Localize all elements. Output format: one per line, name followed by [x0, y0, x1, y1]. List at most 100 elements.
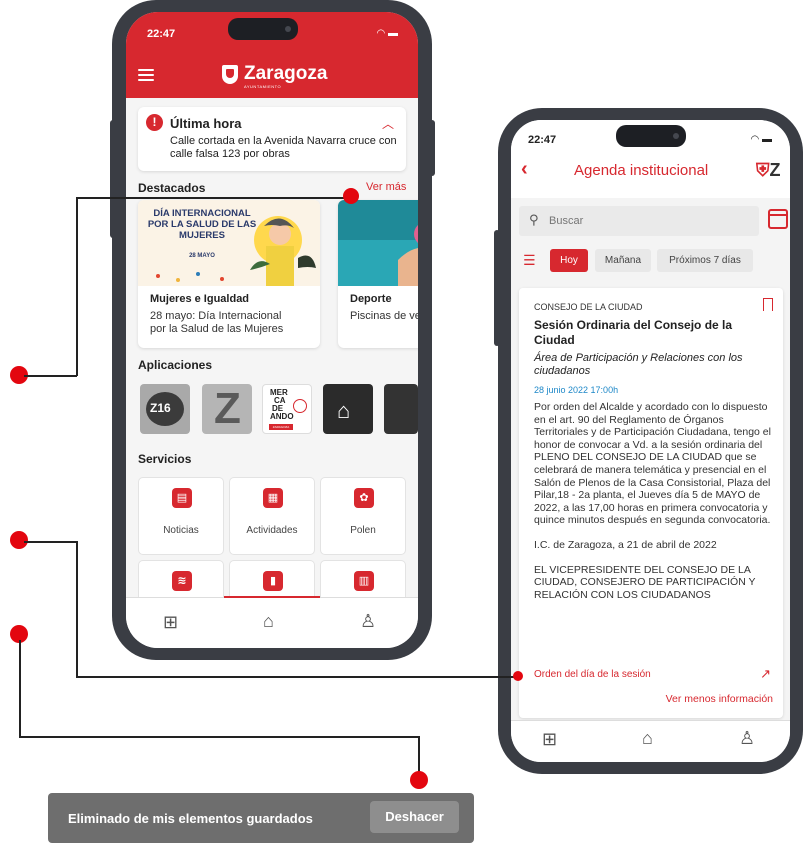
app-z16-label: Z16	[150, 401, 171, 415]
bottom-tabbar: ⊞ ⌂ ♙	[126, 596, 418, 648]
event-category: CONSEJO DE LA CIUDAD	[534, 302, 643, 312]
wifi-battery-icon: ◠ ▬	[376, 28, 398, 39]
latest-news-card[interactable]: ! Última hora ︿ Calle cortada en la Aven…	[138, 107, 406, 171]
event-body: Por orden del Alcalde y acordado con lo …	[534, 401, 774, 613]
callout-line	[19, 640, 21, 737]
user-icon[interactable]: ♙	[360, 611, 376, 632]
event-paragraph: Por orden del Alcalde y acordado con lo …	[534, 401, 771, 527]
app-header: 22:47 ◠ ▬ Zaragoza AYUNTAMIENTO	[126, 12, 418, 98]
search-input[interactable]	[549, 215, 739, 227]
bookmark-icon[interactable]	[763, 298, 773, 311]
zaragoza-shield-icon	[222, 64, 238, 84]
callout-line	[24, 375, 77, 377]
services-title: Servicios	[138, 452, 192, 466]
app-mercadeando[interactable]: MER CA DE ANDO ZARAGOZA	[262, 384, 312, 434]
event-area: Área de Participación y Relaciones con l…	[534, 352, 743, 377]
featured-card-desc: Piscinas de ver	[350, 310, 418, 322]
shield-icon: ⛨	[756, 160, 770, 180]
agenda-title: Agenda institucional	[574, 162, 709, 179]
women-health-image-text: DÍA INTERNACIONAL POR LA SALUD DE LAS MU…	[147, 208, 257, 241]
service-news[interactable]: ▤ Noticias	[138, 477, 224, 555]
back-icon[interactable]: ‹	[521, 158, 528, 181]
app-partial[interactable]	[384, 384, 418, 434]
grid-icon[interactable]: ⊞	[163, 612, 178, 633]
agenda-event-card: CONSEJO DE LA CIUDAD Sesión Ordinaria de…	[519, 288, 783, 718]
left-phone-screen: 22:47 ◠ ▬ Zaragoza AYUNTAMIENTO ! Última…	[126, 12, 418, 648]
house-icon: ⌂	[337, 398, 351, 423]
pool-image	[338, 200, 418, 286]
right-phone-screen: 22:47 ◠ ▬ ‹ Agenda institucional ⛨Z ⚲ ☰ …	[511, 120, 790, 762]
snackbar-message: Eliminado de mis elementos guardados	[68, 811, 313, 826]
session-agenda-link[interactable]: Orden del día de la sesión	[534, 669, 651, 680]
app-z16[interactable]: Z16	[140, 384, 190, 434]
filter-tomorrow[interactable]: Mañana	[595, 249, 651, 272]
notch	[228, 18, 298, 40]
mercadeando-line: ANDO	[270, 412, 294, 421]
book-icon: ▮	[263, 571, 283, 591]
menu-icon[interactable]	[138, 69, 154, 81]
callout-dot	[513, 671, 523, 681]
filter-next-7-days[interactable]: Próximos 7 días	[657, 249, 753, 272]
filter-today[interactable]: Hoy	[550, 249, 588, 272]
home-icon[interactable]: ⌂	[642, 728, 653, 749]
search-bar[interactable]: ⚲	[519, 206, 759, 236]
callout-line	[418, 736, 420, 776]
zaragoza-logo: ⛨Z	[756, 160, 781, 181]
brand-subtitle: AYUNTAMIENTO	[244, 84, 282, 89]
notch	[616, 125, 686, 147]
chevron-up-icon[interactable]: ︿	[382, 115, 394, 132]
mercadeando-sub: ZARAGOZA	[269, 424, 293, 430]
event-title: Sesión Ordinaria del Consejo de la Ciuda…	[534, 318, 733, 347]
callout-line	[24, 541, 77, 543]
logo-letter: Z	[769, 160, 781, 180]
latest-news-text: Calle cortada en la Avenida Navarra cruc…	[170, 135, 397, 160]
app-z-label: Z	[214, 384, 241, 433]
featured-card-title: Mujeres e Igualdad	[150, 293, 250, 305]
event-date: 28 junio 2022 17:00h	[534, 385, 619, 395]
home-icon[interactable]: ⌂	[263, 611, 274, 632]
calendar-icon: ▦	[263, 488, 283, 508]
bottom-tabbar: ⊞ ⌂ ♙	[511, 720, 790, 762]
callout-dot	[10, 531, 28, 549]
right-phone: 22:47 ◠ ▬ ‹ Agenda institucional ⛨Z ⚲ ☰ …	[498, 108, 803, 774]
service-pollen[interactable]: ✿ Polen	[320, 477, 406, 555]
women-health-image-date: 28 MAYO	[189, 253, 215, 259]
filter-icon[interactable]: ☰	[523, 252, 536, 269]
app-z[interactable]: Z	[202, 384, 252, 434]
service-label: Noticias	[163, 525, 199, 536]
brand-name: Zaragoza	[244, 63, 328, 84]
external-link-icon[interactable]: ↗	[760, 666, 771, 682]
newspaper-icon: ▤	[172, 488, 192, 508]
brand-logo: Zaragoza	[222, 63, 327, 85]
event-paragraph: I.C. de Zaragoza, a 21 de abril de 2022	[534, 538, 717, 551]
status-time: 22:47	[147, 28, 176, 40]
calendar-icon[interactable]	[768, 209, 788, 229]
undo-button[interactable]: Deshacer	[370, 801, 459, 833]
featured-card-sports[interactable]: Deporte Piscinas de ver	[338, 200, 418, 348]
featured-card-women[interactable]: DÍA INTERNACIONAL POR LA SALUD DE LAS MU…	[138, 200, 320, 348]
show-less-link[interactable]: Ver menos información	[666, 693, 773, 705]
featured-card-desc: 28 mayo: Día Internacional por la Salud …	[150, 310, 284, 335]
left-phone: 22:47 ◠ ▬ Zaragoza AYUNTAMIENTO ! Última…	[112, 0, 432, 660]
pollen-icon: ✿	[354, 488, 374, 508]
wifi-battery-icon: ◠ ▬	[750, 134, 772, 145]
event-paragraph: EL VICEPRESIDENTE DEL CONSEJO DE LA CIUD…	[534, 563, 756, 601]
app-house[interactable]: ⌂	[323, 384, 373, 434]
callout-dot	[410, 771, 428, 789]
alert-icon: !	[146, 114, 163, 131]
building-icon: ▥	[354, 571, 374, 591]
grid-icon[interactable]: ⊞	[542, 729, 557, 750]
callout-line	[76, 197, 78, 376]
apps-title: Aplicaciones	[138, 358, 213, 372]
callout-dot	[343, 188, 359, 204]
wind-icon: ≋	[172, 571, 192, 591]
latest-news-title: Última hora	[170, 116, 242, 131]
see-more-link[interactable]: Ver más	[366, 181, 406, 193]
active-tab-indicator	[224, 596, 320, 598]
callout-line	[76, 541, 78, 677]
service-activities[interactable]: ▦ Actividades	[229, 477, 315, 555]
service-label: Polen	[350, 525, 376, 536]
callout-line	[19, 736, 420, 738]
user-icon[interactable]: ♙	[739, 728, 755, 749]
agenda-header: 22:47 ◠ ▬ ‹ Agenda institucional ⛨Z	[511, 120, 790, 198]
